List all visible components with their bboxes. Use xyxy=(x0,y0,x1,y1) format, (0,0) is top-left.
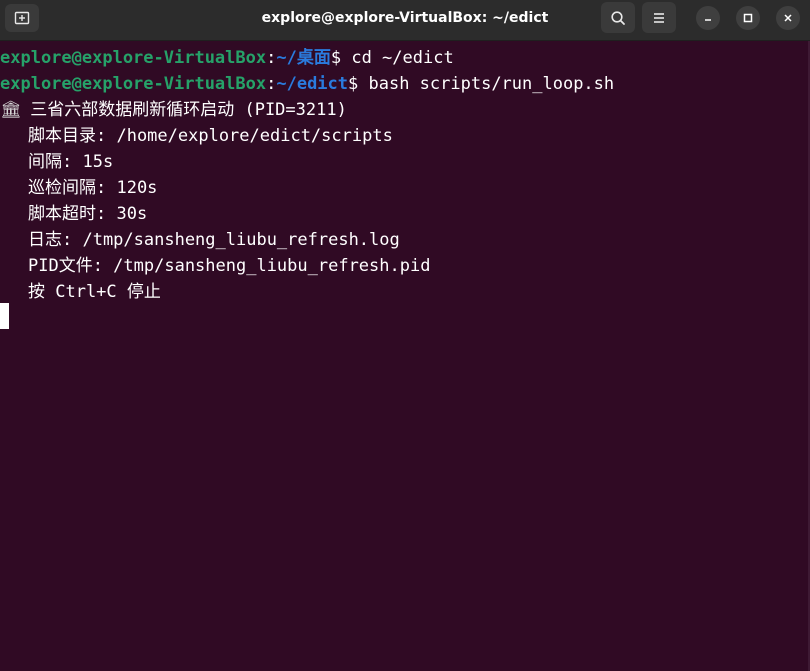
search-icon xyxy=(611,10,625,25)
close-button[interactable] xyxy=(776,6,800,30)
new-tab-button[interactable] xyxy=(5,4,39,32)
terminal-window: explore@explore-VirtualBox: ~/edict expl… xyxy=(0,0,810,671)
new-tab-icon xyxy=(14,11,30,25)
title-bar: explore@explore-VirtualBox: ~/edict xyxy=(0,0,810,41)
prompt-path: ~/桌面 xyxy=(276,48,331,68)
output-script-dir: 脚本目录: /home/explore/edict/scripts xyxy=(28,126,393,146)
maximize-icon xyxy=(743,13,753,23)
prompt-line-2: explore@explore-VirtualBox:~/edict$ bash… xyxy=(0,71,614,97)
search-button[interactable] xyxy=(601,2,635,33)
hamburger-menu-icon xyxy=(654,12,664,23)
classical-building-icon: 🏛 xyxy=(0,100,22,120)
output-start-text: 三省六部数据刷新循环启动 (PID=3211) xyxy=(20,100,347,120)
terminal-content[interactable]: explore@explore-VirtualBox:~/桌面$ cd ~/ed… xyxy=(0,44,808,671)
prompt-user-host: explore@explore-VirtualBox xyxy=(0,48,267,68)
maximize-button[interactable] xyxy=(736,6,760,30)
output-log: 日志: /tmp/sansheng_liubu_refresh.log xyxy=(28,230,400,250)
prompt-dollar: $ xyxy=(330,48,352,68)
prompt-user-host: explore@explore-VirtualBox xyxy=(0,74,267,94)
output-pid-file: PID文件: /tmp/sansheng_liubu_refresh.pid xyxy=(28,256,431,276)
terminal-cursor xyxy=(0,303,9,329)
prompt-dollar: $ xyxy=(348,74,369,94)
window-title: explore@explore-VirtualBox: ~/edict xyxy=(261,10,549,26)
prompt-command: bash scripts/run_loop.sh xyxy=(368,74,615,94)
output-patrol-interval: 巡检间隔: 120s xyxy=(28,178,158,198)
output-interval: 间隔: 15s xyxy=(28,152,114,172)
prompt-separator: : xyxy=(266,74,277,94)
prompt-path: ~/edict xyxy=(276,74,349,94)
output-start-line: 🏛 三省六部数据刷新循环启动 (PID=3211) xyxy=(0,97,347,123)
minimize-button[interactable] xyxy=(696,6,720,30)
menu-button[interactable] xyxy=(642,2,676,33)
prompt-line-1: explore@explore-VirtualBox:~/桌面$ cd ~/ed… xyxy=(0,45,454,71)
output-stop-hint: 按 Ctrl+C 停止 xyxy=(28,282,161,302)
close-icon xyxy=(784,14,792,22)
prompt-separator: : xyxy=(266,48,277,68)
output-script-timeout: 脚本超时: 30s xyxy=(28,204,148,224)
minimize-icon xyxy=(705,19,711,21)
prompt-command: cd ~/edict xyxy=(351,48,454,68)
